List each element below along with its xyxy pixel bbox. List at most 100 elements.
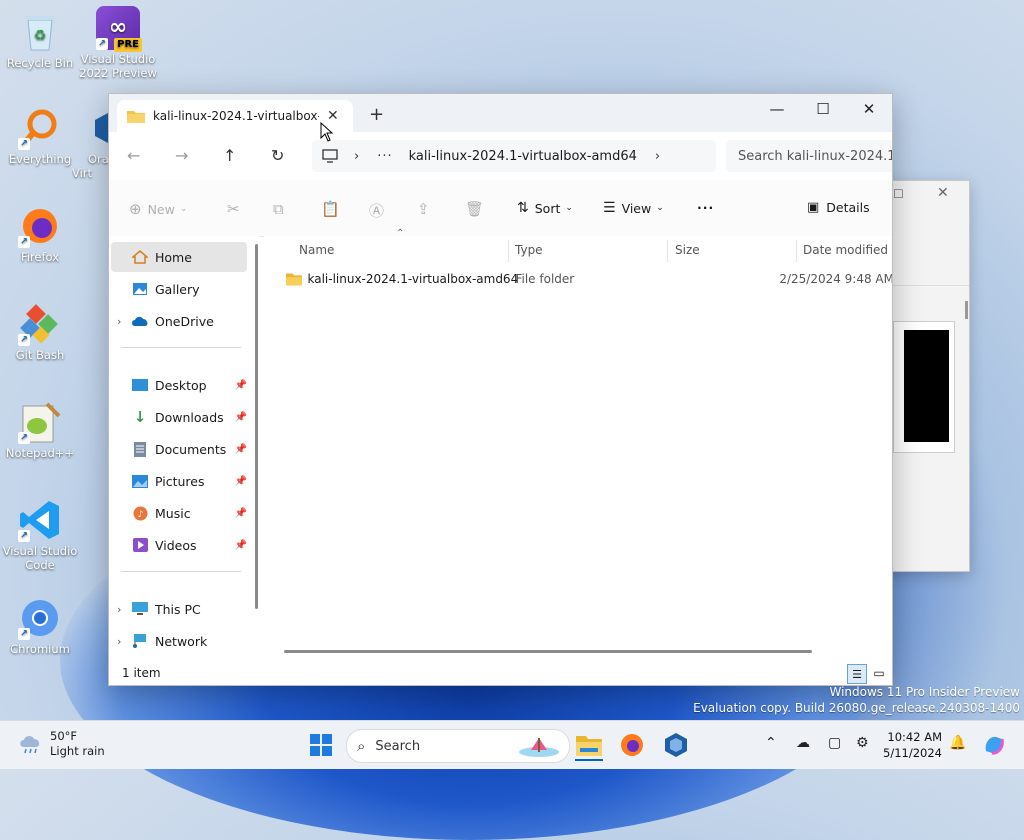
taskbar-file-explorer[interactable]: [575, 731, 603, 761]
rename-icon[interactable]: Ⓐ: [369, 200, 384, 221]
bg-close-icon[interactable]: ✕: [937, 185, 949, 201]
desktop-icon-git-bash[interactable]: ↗ Git Bash: [0, 302, 80, 362]
large-icons-view-icon[interactable]: ▭: [870, 664, 888, 682]
weather-widget[interactable]: 50°F Light rain: [18, 729, 105, 759]
search-box[interactable]: Search kali-linux-2024.1-virtualbox-amd6…: [726, 140, 892, 172]
background-window[interactable]: ☐ ✕: [880, 180, 970, 572]
details-view-icon[interactable]: ☰: [847, 664, 867, 684]
breadcrumb-chevron-icon[interactable]: ›: [354, 149, 359, 164]
sidebar-item-pictures[interactable]: Pictures 📌: [111, 466, 247, 496]
sidebar-scrollbar[interactable]: [255, 244, 258, 609]
visual-studio-icon: ∞ PRE ↗: [96, 6, 142, 52]
column-header-date-modified[interactable]: Date modified: [803, 236, 888, 264]
sidebar-item-videos[interactable]: Videos 📌: [111, 530, 247, 560]
expand-chevron-icon[interactable]: ›: [117, 635, 131, 648]
more-options-button[interactable]: ···: [697, 200, 714, 215]
home-icon: [131, 249, 149, 265]
back-arrow-icon[interactable]: ←: [127, 146, 140, 165]
breadcrumb-current[interactable]: kali-linux-2024.1-virtualbox-amd64: [409, 149, 637, 164]
column-separator[interactable]: [508, 240, 509, 262]
breadcrumb-ellipsis[interactable]: ···: [377, 149, 392, 164]
column-header-name[interactable]: Name: [299, 236, 334, 264]
taskbar-virtualbox[interactable]: [662, 731, 690, 759]
new-tab-button[interactable]: +: [369, 104, 384, 125]
notification-bell-icon[interactable]: 🔔: [949, 735, 966, 751]
title-bar[interactable]: kali-linux-2024.1-virtualbox-amd64 ✕ + —…: [109, 94, 892, 132]
table-row[interactable]: kali-linux-2024.1-virtualbox-amd64 File …: [274, 266, 893, 292]
display-icon[interactable]: ▢: [828, 735, 841, 751]
shortcut-arrow-icon: ↗: [18, 334, 30, 346]
tab-title: kali-linux-2024.1-virtualbox-amd64: [153, 109, 319, 123]
sidebar-item-onedrive[interactable]: › OneDrive: [111, 306, 247, 336]
pin-icon[interactable]: 📌: [235, 508, 247, 519]
column-separator[interactable]: [667, 240, 668, 262]
taskbar-firefox[interactable]: [618, 731, 646, 759]
cut-icon[interactable]: ✂: [227, 200, 240, 218]
horizontal-scrollbar[interactable]: [284, 650, 812, 653]
pin-icon[interactable]: 📌: [235, 540, 247, 551]
expand-chevron-icon[interactable]: ›: [117, 315, 131, 328]
cell-date-modified: 2/25/2024 9:48 AM: [779, 272, 893, 286]
sidebar-item-this-pc[interactable]: › This PC: [111, 594, 247, 624]
settings-wrench-icon[interactable]: ⚙: [856, 735, 869, 751]
minimize-button[interactable]: —: [754, 94, 800, 124]
column-header-size[interactable]: Size: [675, 236, 700, 264]
bg-preview: [893, 321, 955, 453]
bg-maximize-icon[interactable]: ☐: [893, 187, 904, 201]
sidebar-item-documents[interactable]: Documents 📌: [111, 434, 247, 464]
firefox-icon: [621, 734, 643, 756]
virtualbox-icon: [86, 106, 108, 150]
paste-icon[interactable]: 📋: [321, 200, 340, 218]
breadcrumb-end-chevron-icon[interactable]: ›: [655, 149, 660, 164]
file-explorer-window[interactable]: kali-linux-2024.1-virtualbox-amd64 ✕ + —…: [108, 93, 893, 686]
close-button[interactable]: ✕: [846, 94, 892, 124]
taskbar-clock[interactable]: 10:42 AM 5/11/2024: [876, 729, 942, 761]
address-bar[interactable]: › ··· kali-linux-2024.1-virtualbox-amd64…: [312, 140, 716, 172]
sidebar-item-desktop[interactable]: Desktop 📌: [111, 370, 247, 400]
onedrive-sync-off-icon[interactable]: ☁: [796, 735, 810, 751]
taskbar-search[interactable]: ⌕ Search: [346, 729, 570, 763]
search-input[interactable]: Search kali-linux-2024.1-virtualbox-amd6…: [738, 149, 892, 164]
pin-icon[interactable]: 📌: [235, 444, 247, 455]
sidebar-item-gallery[interactable]: Gallery: [111, 274, 247, 304]
desktop-icon-virtualbox-partial[interactable]: Ora Virt: [72, 106, 108, 180]
sidebar-item-music[interactable]: ♪ Music 📌: [111, 498, 247, 528]
delete-icon[interactable]: 🗑: [465, 200, 484, 218]
status-bar: 1 item ☰ ▭: [109, 662, 892, 685]
copy-icon[interactable]: ⧉: [273, 200, 284, 218]
shortcut-arrow-icon: ↗: [18, 628, 30, 640]
explorer-tab[interactable]: kali-linux-2024.1-virtualbox-amd64 ✕: [117, 100, 353, 132]
maximize-button[interactable]: ☐: [800, 94, 846, 124]
desktop-icon-notepadpp[interactable]: ↗ Notepad++: [0, 400, 80, 460]
desktop-icon-chromium[interactable]: ↗ Chromium: [0, 596, 80, 656]
item-count: 1 item: [122, 666, 161, 680]
desktop-icon-firefox[interactable]: ↗ Firefox: [0, 204, 80, 264]
column-separator[interactable]: [796, 240, 797, 262]
desktop-icon-recycle-bin[interactable]: ♻ Recycle Bin: [0, 10, 80, 70]
desktop-icon-visual-studio[interactable]: ∞ PRE ↗ Visual Studio 2022 Preview: [78, 6, 158, 80]
desktop-icon-everything[interactable]: ↗ Everything: [0, 106, 80, 166]
sidebar-item-downloads[interactable]: ↓ Downloads 📌: [111, 402, 247, 432]
new-button[interactable]: ⊕ New ⌄: [129, 200, 187, 218]
up-arrow-icon[interactable]: ↑: [223, 146, 236, 165]
sort-button[interactable]: ⇅ Sort ⌄: [517, 200, 573, 216]
column-header-type[interactable]: Type: [515, 236, 543, 264]
pin-icon[interactable]: 📌: [235, 380, 247, 391]
show-hidden-icons-chevron[interactable]: ⌃: [765, 735, 777, 751]
download-arrow-icon: ↓: [133, 408, 147, 426]
copilot-button[interactable]: [980, 731, 1008, 759]
forward-arrow-icon[interactable]: →: [175, 146, 188, 165]
start-button[interactable]: [307, 731, 335, 759]
desktop-icon-vscode[interactable]: ↗ Visual Studio Code: [0, 498, 80, 572]
pin-icon[interactable]: 📌: [235, 476, 247, 487]
refresh-icon[interactable]: ↻: [271, 146, 284, 165]
view-button[interactable]: ☰ View ⌄: [603, 200, 664, 216]
sidebar-item-home[interactable]: Home: [111, 242, 247, 272]
share-icon[interactable]: ⇪: [417, 200, 430, 218]
details-button[interactable]: ▣ Details: [807, 200, 870, 215]
sidebar-item-network[interactable]: › Network: [111, 626, 247, 656]
mouse-cursor-icon: [320, 122, 334, 142]
expand-chevron-icon[interactable]: ›: [117, 603, 131, 616]
pin-icon[interactable]: 📌: [235, 412, 247, 423]
bg-scrollbar[interactable]: [965, 301, 968, 319]
